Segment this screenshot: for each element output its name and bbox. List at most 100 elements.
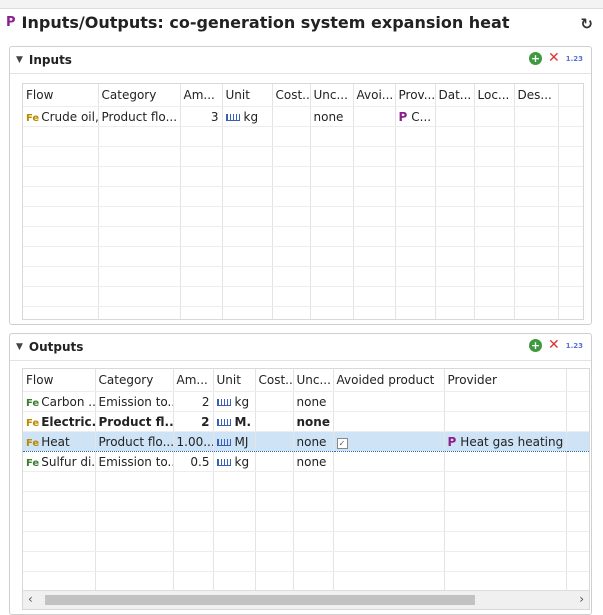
- add-input-icon[interactable]: +: [528, 52, 542, 65]
- flow-cell[interactable]: FeCrude oil,...: [23, 106, 99, 127]
- column-header[interactable]: Unit: [213, 369, 256, 392]
- column-header[interactable]: Cost...: [272, 84, 311, 107]
- inputs-section-header[interactable]: ▼ Inputs + ✕ 1.23: [10, 47, 591, 74]
- number-format-icon[interactable]: 1.23: [566, 342, 583, 350]
- amount-cell[interactable]: 3: [180, 106, 223, 127]
- column-header[interactable]: Flow: [23, 84, 99, 107]
- empty-cell: [23, 206, 99, 227]
- inputs-table[interactable]: Flow Category Am... Unit Cost... Unc... …: [22, 83, 584, 320]
- empty-row: [23, 266, 583, 287]
- avoided-product-cell[interactable]: [333, 391, 445, 412]
- horizontal-scrollbar[interactable]: ‹ ›: [23, 590, 589, 609]
- unit-cell[interactable]: M.: [213, 411, 256, 432]
- uncertainty-cell[interactable]: none: [293, 431, 334, 452]
- empty-cell: [23, 166, 99, 187]
- cost-cell[interactable]: [255, 391, 294, 412]
- cost-cell[interactable]: [255, 411, 294, 432]
- avoided-product-cell[interactable]: ✓: [333, 431, 445, 452]
- unit-ruler-icon: [216, 398, 231, 406]
- uncertainty-cell[interactable]: none: [293, 451, 334, 472]
- table-row[interactable]: FeElectric...Product fl...2 M. none: [23, 411, 589, 432]
- page-title-text: Inputs/Outputs: co-generation system exp…: [21, 13, 510, 32]
- empty-cell: [353, 226, 396, 247]
- table-row[interactable]: FeSulfur di...Emission to...0.5 kg none: [23, 451, 589, 472]
- column-header[interactable]: Am...: [173, 369, 214, 392]
- category-cell[interactable]: Emission to...: [95, 391, 174, 412]
- avoided-product-cell[interactable]: [333, 451, 445, 472]
- collapse-caret-icon[interactable]: ▼: [16, 342, 23, 352]
- column-header[interactable]: Des...: [514, 84, 559, 107]
- unit-cell[interactable]: kg: [213, 451, 256, 472]
- table-row[interactable]: FeCrude oil,... Product flo... 3 kg none…: [23, 106, 583, 127]
- amount-cell[interactable]: 1.00...: [173, 431, 214, 452]
- uncertainty-cell[interactable]: none: [293, 411, 334, 432]
- uncertainty-cell[interactable]: none: [293, 391, 334, 412]
- column-header[interactable]: Unc...: [293, 369, 334, 392]
- column-header[interactable]: Flow: [23, 369, 96, 392]
- flow-cell[interactable]: FeSulfur di...: [23, 451, 96, 472]
- category-cell[interactable]: Emission to...: [95, 451, 174, 472]
- avoided-product-cell[interactable]: [333, 411, 445, 432]
- provider-cell[interactable]: [444, 411, 567, 432]
- column-header[interactable]: Dat...: [435, 84, 475, 107]
- empty-cell: [180, 246, 223, 267]
- provider-cell[interactable]: [444, 451, 567, 472]
- column-header[interactable]: Category: [95, 369, 174, 392]
- amount-cell[interactable]: 2: [173, 411, 214, 432]
- column-header[interactable]: Provider: [444, 369, 567, 392]
- category-cell[interactable]: Product flo...: [98, 106, 181, 127]
- provider-cell[interactable]: [444, 391, 567, 412]
- amount-cell[interactable]: 2: [173, 391, 214, 412]
- column-header[interactable]: Avoided product: [333, 369, 445, 392]
- data-quality-cell[interactable]: [435, 106, 475, 127]
- outputs-table[interactable]: Flow Category Am... Unit Cost... Unc... …: [22, 368, 590, 610]
- empty-cell: [213, 551, 256, 572]
- amount-cell[interactable]: 0.5: [173, 451, 214, 472]
- remove-output-icon[interactable]: ✕: [548, 338, 560, 352]
- column-header[interactable]: Category: [98, 84, 181, 107]
- location-cell[interactable]: [474, 106, 515, 127]
- description-cell[interactable]: [514, 106, 559, 127]
- outputs-section-header[interactable]: ▼ Outputs + ✕ 1.23: [10, 334, 591, 361]
- cost-cell[interactable]: [272, 106, 311, 127]
- uncertainty-cell[interactable]: none: [310, 106, 354, 127]
- column-header[interactable]: Cost...: [255, 369, 294, 392]
- empty-cell: [293, 551, 334, 572]
- column-header[interactable]: Unit: [222, 84, 273, 107]
- add-output-icon[interactable]: +: [528, 339, 542, 352]
- empty-cell: [395, 146, 436, 167]
- category-cell[interactable]: Product fl...: [95, 411, 174, 432]
- cost-cell[interactable]: [255, 431, 294, 452]
- collapse-caret-icon[interactable]: ▼: [16, 55, 23, 65]
- scrollbar-thumb[interactable]: [45, 595, 475, 605]
- unit-cell[interactable]: MJ: [213, 431, 256, 452]
- column-header[interactable]: Am...: [180, 84, 223, 107]
- unit-cell[interactable]: kg: [213, 391, 256, 412]
- empty-cell: [353, 266, 396, 287]
- empty-cell: [23, 471, 96, 492]
- empty-cell: [98, 246, 181, 267]
- refresh-icon[interactable]: ↻: [580, 15, 593, 33]
- flow-cell[interactable]: Fe Carbon ...: [23, 391, 96, 412]
- avoided-cell[interactable]: [353, 106, 396, 127]
- unit-cell[interactable]: kg: [222, 106, 273, 127]
- table-row[interactable]: Fe Heat Product flo... 1.00... MJ none ✓ P Heat …: [23, 431, 589, 452]
- category-cell[interactable]: Product flo...: [95, 431, 174, 452]
- avoided-product-checkbox[interactable]: ✓: [336, 437, 348, 449]
- table-row[interactable]: Fe Carbon ... Emission to... 2 kg none: [23, 391, 589, 412]
- flow-cell[interactable]: FeElectric...: [23, 411, 96, 432]
- remove-input-icon[interactable]: ✕: [548, 51, 560, 65]
- column-header[interactable]: Avoi...: [353, 84, 396, 107]
- scroll-right-arrow-icon[interactable]: ›: [579, 592, 584, 606]
- column-header[interactable]: Unc...: [310, 84, 354, 107]
- column-header[interactable]: Prov...: [395, 84, 436, 107]
- provider-cell[interactable]: P Heat gas heating: [444, 431, 567, 452]
- number-format-icon[interactable]: 1.23: [566, 55, 583, 63]
- flow-cell[interactable]: Fe Heat: [23, 431, 96, 452]
- column-header[interactable]: Loc...: [474, 84, 515, 107]
- provider-cell[interactable]: P C...: [395, 106, 436, 127]
- scroll-left-arrow-icon[interactable]: ‹: [28, 592, 33, 606]
- cost-cell[interactable]: [255, 451, 294, 472]
- empty-row: [23, 146, 583, 167]
- empty-cell: [272, 246, 311, 267]
